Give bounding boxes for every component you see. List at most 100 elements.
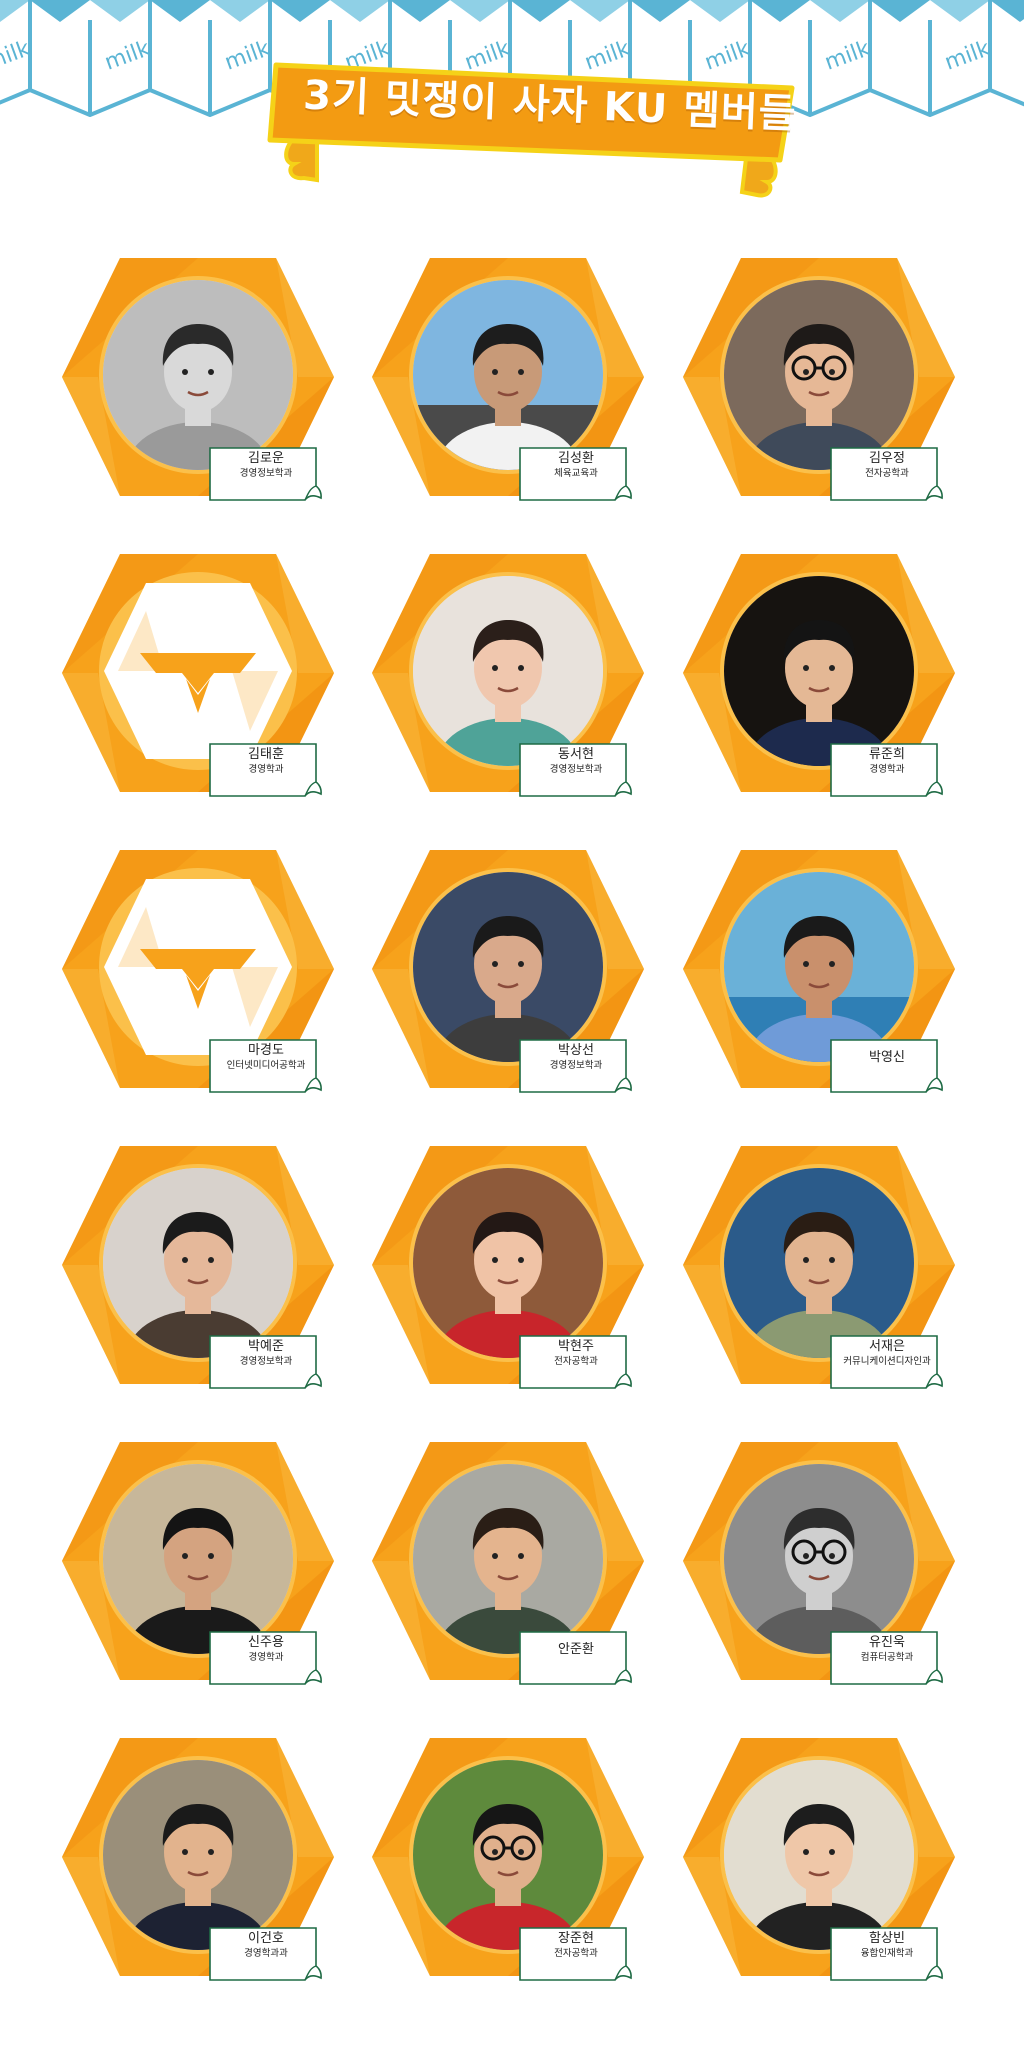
milk-label: milk <box>822 36 874 75</box>
member-major: 경영정보학과 <box>239 468 293 479</box>
photo-selfie <box>413 872 603 1062</box>
milk-label: milk <box>102 36 154 75</box>
member-name: 박영신 <box>869 1050 905 1065</box>
member-card: 함상빈 융합인재학과 <box>679 1732 959 1982</box>
member-card: 류준희 경영학과 <box>679 548 959 798</box>
member-card: 김로운 경영정보학과 <box>58 252 338 502</box>
photo-close <box>103 1168 293 1358</box>
name-tag: 함상빈 융합인재학과 <box>829 1926 945 1986</box>
milk-label: milk <box>942 36 994 75</box>
member-name: 박상선 <box>558 1043 594 1058</box>
milk-carton: milk <box>988 0 1024 107</box>
member-name: 안준환 <box>558 1642 594 1657</box>
milk-carton: milk <box>148 0 274 117</box>
name-tag: 박영신 <box>829 1038 945 1098</box>
member-major: 융합인재학과 <box>860 1948 914 1959</box>
member-card: 박현주 전자공학과 <box>368 1140 648 1390</box>
photo-bw-glasses <box>724 1464 914 1654</box>
photo-seaside <box>413 280 603 470</box>
milk-carton: milk <box>868 0 994 117</box>
member-major: 전자공학과 <box>554 1948 598 1959</box>
member-card: 마경도 인터넷미디어공학과 <box>58 844 338 1094</box>
member-major: 경영정보학과 <box>549 764 603 775</box>
name-tag: 류준희 경영학과 <box>829 742 945 802</box>
member-name: 함상빈 <box>869 1931 905 1946</box>
photo-room <box>103 1464 293 1654</box>
member-name: 김로운 <box>248 451 284 466</box>
name-tag: 김로운 경영정보학과 <box>208 446 324 506</box>
member-card: 장준현 전자공학과 <box>368 1732 648 1982</box>
photo-city <box>413 1464 603 1654</box>
member-name: 김태훈 <box>248 747 284 762</box>
member-photo <box>413 280 603 470</box>
member-photo <box>103 280 293 470</box>
member-photo <box>413 576 603 766</box>
member-major: 체육교육과 <box>554 468 598 479</box>
member-card: 동서현 경영정보학과 <box>368 548 648 798</box>
member-photo <box>724 1464 914 1654</box>
member-photo <box>103 1760 293 1950</box>
member-card: 박상선 경영정보학과 <box>368 844 648 1094</box>
member-name: 류준희 <box>869 747 905 762</box>
milk-carton: milk <box>28 0 154 117</box>
member-photo <box>413 1760 603 1950</box>
member-photo <box>724 280 914 470</box>
name-tag: 유진욱 컴퓨터공학과 <box>829 1630 945 1690</box>
member-name: 서재은 <box>869 1339 905 1354</box>
member-card: 김태훈 경영학과 <box>58 548 338 798</box>
photo-mirror-selfie <box>413 576 603 766</box>
member-photo <box>103 1464 293 1654</box>
lion-logo-icon <box>104 879 292 1055</box>
member-major: 경영학과 <box>869 764 905 775</box>
photo-park <box>413 1760 603 1950</box>
member-photo <box>724 1760 914 1950</box>
member-major: 경영학과 <box>248 764 284 775</box>
name-tag: 장준현 전자공학과 <box>518 1926 634 1986</box>
name-tag: 신주용 경영학과 <box>208 1630 324 1690</box>
member-photo <box>724 1168 914 1358</box>
member-name: 박예준 <box>248 1339 284 1354</box>
photo-phone <box>724 1760 914 1950</box>
member-name: 장준현 <box>558 1931 594 1946</box>
member-name: 김우정 <box>869 451 905 466</box>
member-photo <box>413 872 603 1062</box>
photo-hanbok <box>413 1168 603 1358</box>
member-card: 박영신 <box>679 844 959 1094</box>
member-card: 이건호 경영학과과 <box>58 1732 338 1982</box>
member-name: 유진욱 <box>869 1635 905 1650</box>
member-major: 경영학과 <box>248 1652 284 1663</box>
member-card: 김성환 체육교육과 <box>368 252 648 502</box>
member-major: 경영정보학과 <box>239 1356 293 1367</box>
member-card: 김우정 전자공학과 <box>679 252 959 502</box>
member-name: 박현주 <box>558 1339 594 1354</box>
lion-logo-icon <box>104 583 292 759</box>
member-photo <box>413 1168 603 1358</box>
name-tag: 박현주 전자공학과 <box>518 1334 634 1394</box>
photo-ocean <box>724 1168 914 1358</box>
member-card: 신주용 경영학과 <box>58 1436 338 1686</box>
member-major: 경영정보학과 <box>549 1060 603 1071</box>
name-tag: 박예준 경영정보학과 <box>208 1334 324 1394</box>
photo-waterfront <box>724 872 914 1062</box>
member-card: 서재은 커뮤니케이션디자인과 <box>679 1140 959 1390</box>
name-tag: 김우정 전자공학과 <box>829 446 945 506</box>
member-name: 신주용 <box>248 1635 284 1650</box>
member-card: 박예준 경영정보학과 <box>58 1140 338 1390</box>
name-tag: 동서현 경영정보학과 <box>518 742 634 802</box>
name-tag: 박상선 경영정보학과 <box>518 1038 634 1098</box>
member-major: 커뮤니케이션디자인과 <box>843 1356 931 1367</box>
member-card: 유진욱 컴퓨터공학과 <box>679 1436 959 1686</box>
name-tag: 김태훈 경영학과 <box>208 742 324 802</box>
photo-bw-portrait <box>103 280 293 470</box>
name-tag: 안준환 <box>518 1630 634 1690</box>
member-major: 경영학과과 <box>244 1948 288 1959</box>
member-major: 전자공학과 <box>554 1356 598 1367</box>
member-name: 이건호 <box>248 1931 284 1946</box>
member-photo <box>103 1168 293 1358</box>
name-tag: 이건호 경영학과과 <box>208 1926 324 1986</box>
member-photo <box>724 872 914 1062</box>
photo-suit <box>103 1760 293 1950</box>
name-tag: 김성환 체육교육과 <box>518 446 634 506</box>
member-major: 컴퓨터공학과 <box>860 1652 914 1663</box>
name-tag: 서재은 커뮤니케이션디자인과 <box>829 1334 945 1394</box>
